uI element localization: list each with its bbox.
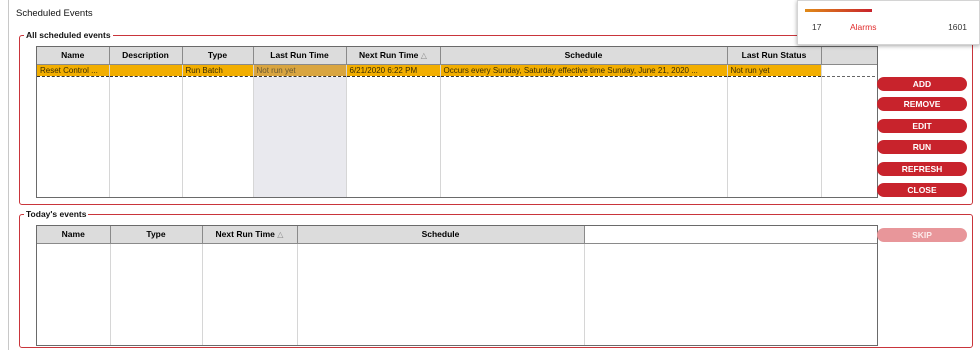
todays-events-label: Today's events [24,209,89,220]
col-header-name[interactable]: Name [37,47,110,65]
alarm-label: Alarms [850,22,877,32]
cell-last-run-status: Not run yet [727,63,822,77]
col-header-description[interactable]: Description [109,47,183,65]
cell-last-run-time: Not run yet [253,63,347,77]
cell-type: Run Batch [182,63,254,77]
col-header-last-run-time[interactable]: Last Run Time [253,47,347,65]
cell-description [109,63,183,77]
sort-ascending-icon: △ [420,51,427,61]
sort-ascending-icon: △ [277,230,284,240]
all-events-grid[interactable]: Name Description Type Last Run Time Next… [36,46,878,198]
all-events-header-row: Name Description Type Last Run Time Next… [37,47,877,65]
cell-empty [820,63,877,77]
col-header-name[interactable]: Name [37,226,111,244]
col-header-next-run-time[interactable]: Next Run Time △ [202,226,298,244]
todays-events-header-row: Name Type Next Run Time △ Schedule [37,226,877,244]
empty-filler-row [37,243,877,345]
window-title: Scheduled Events [16,8,93,19]
col-header-schedule[interactable]: Schedule [297,226,585,244]
col-header-type[interactable]: Type [182,47,254,65]
refresh-button[interactable]: REFRESH [877,162,967,176]
col-header-empty [584,226,877,244]
col-header-type[interactable]: Type [110,226,203,244]
all-scheduled-events-group: All scheduled events Name Description Ty… [19,30,973,205]
cell-next-run-time: 6/21/2020 6:22 PM [346,63,441,77]
scheduled-events-window: Scheduled Events All scheduled events Na… [8,0,976,350]
col-header-last-run-status[interactable]: Last Run Status [727,47,822,65]
skip-button[interactable]: SKIP [877,228,967,242]
close-button[interactable]: CLOSE [877,183,967,197]
remove-button[interactable]: REMOVE [877,97,967,111]
col-header-next-run-time[interactable]: Next Run Time △ [346,47,441,65]
todays-events-grid[interactable]: Name Type Next Run Time △ Schedule [36,225,878,346]
col-header-empty [821,47,877,65]
table-row[interactable]: Reset Control ... Run Batch Not run yet … [37,63,877,77]
edit-button[interactable]: EDIT [877,119,967,133]
col-header-next-run-time-label: Next Run Time [359,50,419,61]
alarm-progress-bar [805,9,872,12]
col-header-next-run-time-label: Next Run Time [215,229,275,240]
todays-events-group: Today's events Name Type Next Run Time △… [19,209,973,348]
run-button[interactable]: RUN [877,140,967,154]
col-header-schedule[interactable]: Schedule [440,47,728,65]
all-scheduled-events-label: All scheduled events [24,30,113,41]
empty-filler-row [37,76,877,197]
cell-schedule: Occurs every Sunday, Saturday effective … [440,63,728,77]
add-button[interactable]: ADD [877,77,967,91]
alarm-count: 17 [812,22,822,32]
cell-name: Reset Control ... [37,63,110,77]
alarm-popup[interactable]: 17 Alarms 1601 [797,0,980,45]
alarm-value: 1601 [948,22,967,32]
